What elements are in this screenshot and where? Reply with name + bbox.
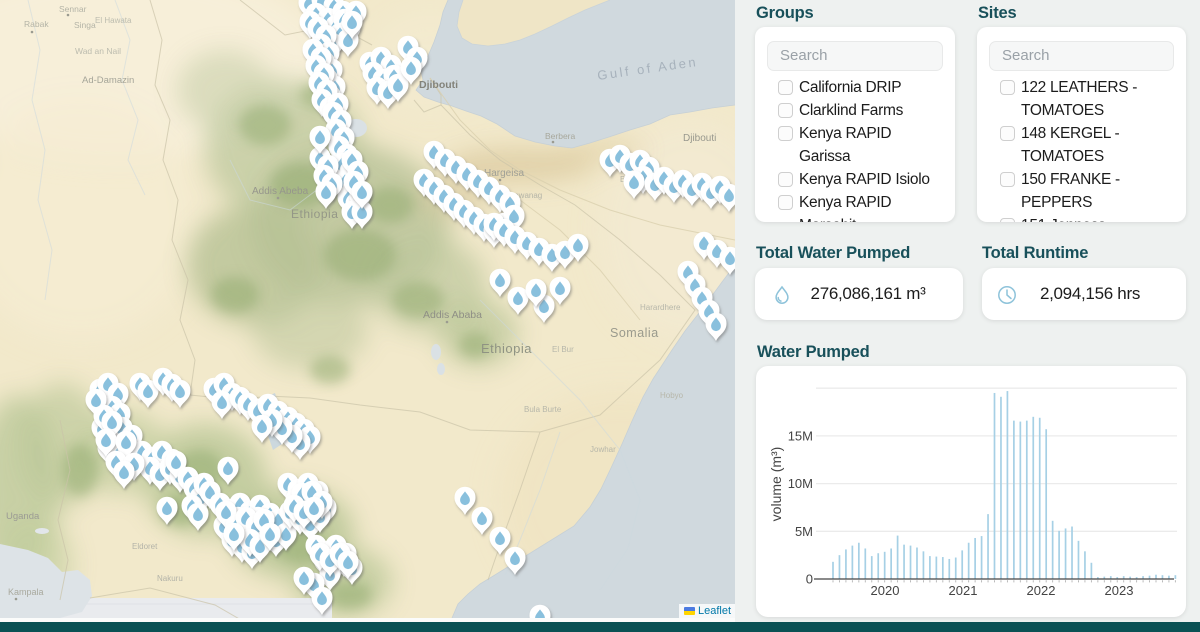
svg-text:2020: 2020 [871, 583, 900, 598]
svg-text:Eldoret: Eldoret [132, 542, 158, 551]
svg-text:Bula Burte: Bula Burte [524, 405, 562, 414]
svg-text:Singa: Singa [74, 20, 96, 30]
svg-text:Djibouti: Djibouti [683, 133, 716, 144]
svg-text:Addis Ababa: Addis Ababa [423, 309, 482, 321]
svg-text:Djibouti: Djibouti [419, 79, 458, 91]
svg-text:Berbera: Berbera [545, 131, 576, 141]
svg-text:Wad an Nail: Wad an Nail [75, 46, 121, 56]
svg-text:Nakuru: Nakuru [157, 574, 183, 583]
svg-text:10M: 10M [788, 476, 813, 491]
svg-text:Hobyo: Hobyo [660, 391, 684, 400]
svg-text:Jowhar: Jowhar [590, 445, 616, 454]
svg-text:Rabak: Rabak [24, 19, 49, 29]
svg-text:Uganda: Uganda [6, 511, 40, 522]
svg-text:Addis Abeba: Addis Abeba [252, 186, 309, 197]
svg-text:Kampala: Kampala [8, 587, 44, 597]
svg-text:El Bur: El Bur [552, 345, 574, 354]
svg-text:Ethiopia: Ethiopia [291, 207, 338, 221]
svg-text:Somalia: Somalia [610, 326, 659, 340]
svg-text:0: 0 [806, 572, 813, 587]
svg-text:Sennar: Sennar [59, 4, 87, 14]
svg-text:2022: 2022 [1027, 583, 1056, 598]
svg-text:2021: 2021 [949, 583, 978, 598]
svg-text:El Hawata: El Hawata [95, 16, 132, 25]
svg-text:2023: 2023 [1105, 583, 1134, 598]
svg-text:Ethiopia: Ethiopia [481, 341, 532, 356]
svg-text:volume (m³): volume (m³) [768, 447, 784, 522]
svg-text:Ad-Damazin: Ad-Damazin [82, 75, 134, 86]
svg-text:Harardhere: Harardhere [640, 303, 681, 312]
svg-text:15M: 15M [788, 428, 813, 443]
svg-text:5M: 5M [795, 524, 813, 539]
